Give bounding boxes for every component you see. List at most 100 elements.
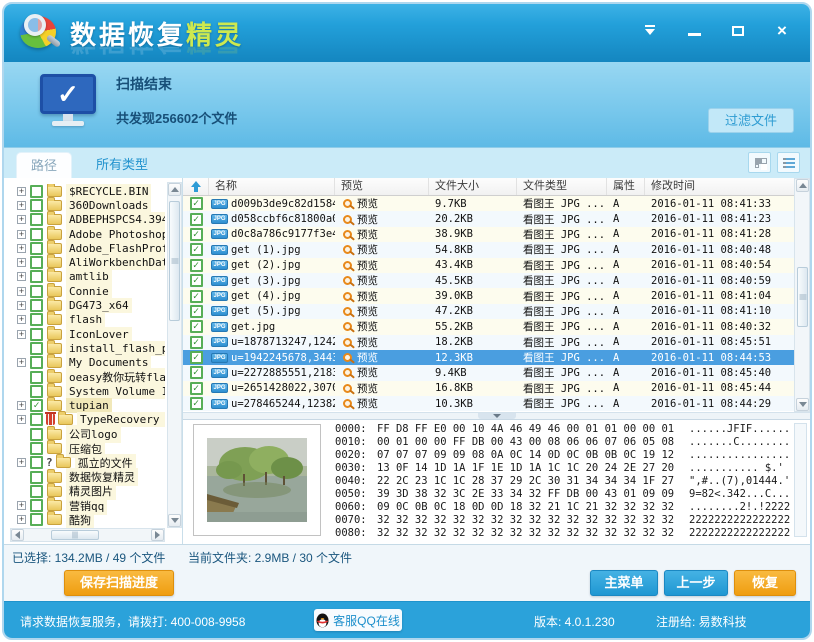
row-checkbox[interactable]: ✓ (190, 274, 203, 287)
preview-splitter[interactable] (183, 412, 810, 420)
row-checkbox[interactable]: ✓ (190, 197, 203, 210)
column-header-name[interactable]: 名称 (209, 178, 335, 195)
tree-expand-icon[interactable]: + (17, 244, 26, 253)
preview-link[interactable]: 预览 (357, 242, 378, 257)
row-checkbox[interactable]: ✓ (190, 259, 203, 272)
tree-item[interactable]: +flash (10, 313, 165, 327)
splitter-collapse-button[interactable] (478, 413, 516, 419)
tree-item[interactable]: +360Downloads (10, 198, 165, 212)
tree-expand-icon[interactable]: + (17, 258, 26, 267)
row-checkbox[interactable]: ✓ (190, 397, 203, 410)
tree-item[interactable]: oeasy教你玩转fla (10, 370, 165, 384)
scroll-up-arrow[interactable] (168, 183, 181, 196)
tab-all-types[interactable]: 所有类型 (82, 152, 162, 178)
tree-item[interactable]: +✓tupian (10, 398, 165, 412)
row-checkbox[interactable]: ✓ (190, 228, 203, 241)
minimize-button[interactable] (686, 24, 702, 38)
row-checkbox[interactable]: ✓ (190, 336, 203, 349)
tab-path[interactable]: 路径 (16, 152, 72, 178)
tree-checkbox[interactable] (30, 471, 43, 484)
hex-scrollbar[interactable] (794, 423, 807, 537)
preview-link[interactable]: 预览 (357, 396, 378, 411)
column-header-size[interactable]: 文件大小 (429, 178, 517, 195)
tree-checkbox[interactable] (30, 371, 43, 384)
table-vertical-scrollbar[interactable] (794, 178, 810, 412)
tree-checkbox[interactable] (30, 385, 43, 398)
tree-expand-icon[interactable]: + (17, 287, 26, 296)
tree-checkbox[interactable] (30, 442, 43, 455)
row-checkbox[interactable]: ✓ (190, 290, 203, 303)
row-checkbox[interactable]: ✓ (190, 366, 203, 379)
tree-checkbox[interactable] (30, 313, 43, 326)
grid-view-button[interactable] (748, 152, 771, 173)
column-header-mtime[interactable]: 修改时间 (645, 178, 794, 195)
tree-item[interactable]: +酷狗 (10, 513, 165, 527)
table-row[interactable]: ✓JPGu=278465244,12382...预览10.3KB看图王 JPG … (183, 396, 794, 411)
tree-expand-icon[interactable]: + (17, 358, 26, 367)
column-header-preview[interactable]: 预览 (335, 178, 429, 195)
tree-item[interactable]: +AliWorkbenchData (10, 255, 165, 269)
preview-link[interactable]: 预览 (357, 335, 378, 350)
tree-checkbox[interactable] (30, 428, 43, 441)
tree-checkbox[interactable] (30, 270, 43, 283)
scroll-up-arrow[interactable] (796, 179, 809, 192)
tree-item[interactable]: +DG473_x64 (10, 298, 165, 312)
table-row[interactable]: ✓JPGu=1942245678,3443...预览12.3KB看图王 JPG … (183, 350, 794, 365)
table-row[interactable]: ✓JPGget (1).jpg预览54.8KB看图王 JPG ...A2016-… (183, 242, 794, 257)
preview-link[interactable]: 预览 (357, 319, 378, 334)
recover-button[interactable]: 恢复 (734, 570, 796, 596)
tree-checkbox[interactable] (30, 342, 43, 355)
row-checkbox[interactable]: ✓ (190, 243, 203, 256)
tree-checkbox[interactable] (30, 299, 43, 312)
tree-item[interactable]: System Volume Inf (10, 384, 165, 398)
tree-checkbox[interactable]: ✓ (30, 399, 43, 412)
row-checkbox[interactable]: ✓ (190, 213, 203, 226)
tree-checkbox[interactable] (30, 185, 43, 198)
list-view-button[interactable] (777, 152, 800, 173)
tree-expand-icon[interactable]: + (17, 315, 26, 324)
tree-expand-icon[interactable]: + (17, 501, 26, 510)
column-header-type[interactable]: 文件类型 (517, 178, 607, 195)
tree-checkbox[interactable] (30, 499, 43, 512)
preview-link[interactable]: 预览 (357, 289, 378, 304)
skin-menu-button[interactable] (642, 24, 658, 38)
qq-support-button[interactable]: 客服QQ在线 (314, 609, 402, 631)
tree-checkbox[interactable] (30, 328, 43, 341)
preview-link[interactable]: 预览 (357, 365, 378, 380)
preview-link[interactable]: 预览 (357, 273, 378, 288)
preview-link[interactable]: 预览 (357, 381, 378, 396)
scroll-down-arrow[interactable] (168, 514, 181, 527)
table-row[interactable]: ✓JPGu=2651428022,3070...预览16.8KB看图王 JPG … (183, 381, 794, 396)
tree-item[interactable]: install_flash_pl (10, 341, 165, 355)
maximize-button[interactable] (730, 24, 746, 38)
tree-expand-icon[interactable]: + (17, 201, 26, 210)
table-scroll-thumb[interactable] (797, 267, 808, 327)
table-row[interactable]: ✓JPGget (4).jpg预览39.0KB看图王 JPG ...A2016-… (183, 288, 794, 303)
scroll-left-arrow[interactable] (11, 529, 24, 541)
tree-expand-icon[interactable]: + (17, 187, 26, 196)
tree-horizontal-scrollbar[interactable] (10, 528, 165, 542)
tree-checkbox[interactable] (30, 456, 43, 469)
tree-item[interactable]: +Connie (10, 284, 165, 298)
tree-checkbox[interactable] (30, 513, 43, 526)
row-checkbox[interactable]: ✓ (190, 320, 203, 333)
preview-link[interactable]: 预览 (357, 227, 378, 242)
close-button[interactable]: × (774, 24, 790, 38)
tree-expand-icon[interactable]: + (17, 272, 26, 281)
table-row[interactable]: ✓JPGu=2272885551,2183...预览9.4KB看图王 JPG .… (183, 365, 794, 380)
preview-link[interactable]: 预览 (357, 350, 378, 365)
preview-link[interactable]: 预览 (357, 212, 378, 227)
sort-column-header[interactable] (183, 178, 209, 195)
tree-expand-icon[interactable]: + (17, 215, 26, 224)
previous-step-button[interactable]: 上一步 (664, 570, 728, 596)
tree-checkbox[interactable] (30, 356, 43, 369)
tree-checkbox[interactable] (30, 485, 43, 498)
table-row[interactable]: ✓JPGd0c8a786c9177f3e4...预览38.9KB看图王 JPG … (183, 227, 794, 242)
tree-item[interactable]: +ADBEPHSPCS4.39402 (10, 213, 165, 227)
tree-checkbox[interactable] (30, 199, 43, 212)
table-row[interactable]: ✓JPGget (2).jpg预览43.4KB看图王 JPG ...A2016-… (183, 258, 794, 273)
tree-expand-icon[interactable]: + (17, 330, 26, 339)
tree-checkbox[interactable] (30, 256, 43, 269)
tree-vertical-scrollbar[interactable] (167, 182, 182, 528)
save-scan-progress-button[interactable]: 保存扫描进度 (64, 570, 174, 596)
